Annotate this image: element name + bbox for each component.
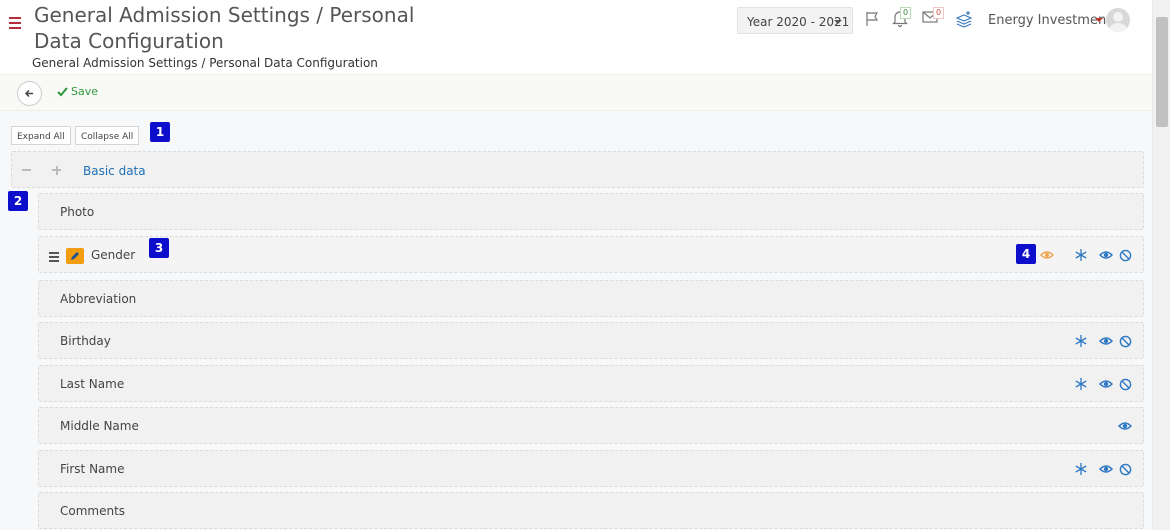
field-label: Birthday (60, 333, 111, 348)
field-label: Abbreviation (60, 291, 137, 306)
notification-count-badge: 0 (900, 7, 912, 19)
message-count-badge: 0 (933, 7, 945, 19)
field-row-photo[interactable]: Photo (38, 193, 1144, 230)
asterisk-icon[interactable] (1074, 377, 1088, 391)
field-label: First Name (60, 461, 125, 476)
asterisk-icon[interactable] (1074, 334, 1088, 348)
user-menu-caret-icon[interactable] (1095, 18, 1103, 22)
collapse-minus-icon[interactable] (22, 169, 31, 171)
layers-icon[interactable] (955, 10, 973, 28)
collapse-all-button[interactable]: Collapse All (75, 126, 140, 145)
field-actions (1118, 419, 1132, 433)
field-actions (1074, 462, 1132, 476)
field-actions (1040, 248, 1132, 262)
field-row-middle-name[interactable]: Middle Name (38, 407, 1144, 444)
ban-icon[interactable] (1119, 463, 1132, 476)
eye-icon[interactable] (1118, 419, 1132, 433)
save-label: Save (71, 85, 99, 98)
checkmark-icon (57, 86, 68, 96)
field-row-first-name[interactable]: First Name (38, 450, 1144, 487)
vertical-scrollbar[interactable] (1152, 0, 1170, 530)
save-button[interactable]: Save (57, 85, 98, 98)
flag-icon[interactable] (865, 11, 881, 27)
eye-orange-icon[interactable] (1040, 248, 1054, 262)
expand-all-button[interactable]: Expand All (11, 126, 71, 145)
annotation-badge-4: 4 (1016, 244, 1036, 264)
drag-handle-icon[interactable] (49, 252, 59, 264)
field-label: Gender (91, 247, 136, 262)
asterisk-icon[interactable] (1074, 462, 1088, 476)
expand-plus-icon-vertical[interactable] (55, 165, 58, 175)
eye-icon[interactable] (1099, 248, 1113, 262)
back-button[interactable] (17, 81, 42, 106)
breadcrumb: General Admission Settings / Personal Da… (32, 56, 378, 70)
field-row-last-name[interactable]: Last Name (38, 365, 1144, 402)
field-row-birthday[interactable]: Birthday (38, 322, 1144, 359)
ban-icon[interactable] (1119, 249, 1132, 262)
field-label: Last Name (60, 376, 125, 391)
header-blank-area (573, 4, 733, 44)
edit-pencil-icon[interactable] (66, 248, 84, 264)
group-row-basic-data: Basic data (11, 151, 1144, 188)
field-actions (1074, 377, 1132, 391)
scrollbar-thumb[interactable] (1156, 17, 1168, 127)
eye-icon[interactable] (1099, 334, 1113, 348)
ban-icon[interactable] (1119, 335, 1132, 348)
field-row-gender[interactable]: Gender (38, 236, 1144, 273)
annotation-badge-3: 3 (149, 238, 169, 258)
field-actions (1074, 334, 1132, 348)
field-label: Photo (60, 204, 95, 219)
eye-icon[interactable] (1099, 462, 1113, 476)
annotation-badge-2: 2 (8, 191, 28, 211)
eye-icon[interactable] (1099, 377, 1113, 391)
action-toolbar: Save (0, 74, 1152, 111)
asterisk-icon[interactable] (1074, 248, 1088, 262)
annotation-badge-1: 1 (150, 122, 170, 142)
page-title: General Admission Settings / Personal Da… (34, 3, 415, 53)
user-name[interactable]: Energy Investment (988, 13, 1111, 28)
field-label: Middle Name (60, 418, 139, 433)
year-select[interactable]: Year 2020 - 2021 (737, 7, 853, 34)
chevron-down-icon (834, 20, 842, 24)
arrow-left-icon (24, 89, 33, 98)
page-header: General Admission Settings / Personal Da… (0, 0, 1152, 74)
main-content: Expand All Collapse All 1 Basic data 2 P… (0, 111, 1152, 530)
avatar[interactable] (1106, 8, 1130, 32)
ban-icon[interactable] (1119, 378, 1132, 391)
field-row-abbreviation[interactable]: Abbreviation (38, 280, 1144, 317)
field-row-comments[interactable]: Comments (38, 492, 1144, 529)
group-label[interactable]: Basic data (83, 164, 146, 178)
field-label: Comments (60, 503, 126, 518)
hamburger-menu-icon[interactable] (9, 17, 21, 29)
